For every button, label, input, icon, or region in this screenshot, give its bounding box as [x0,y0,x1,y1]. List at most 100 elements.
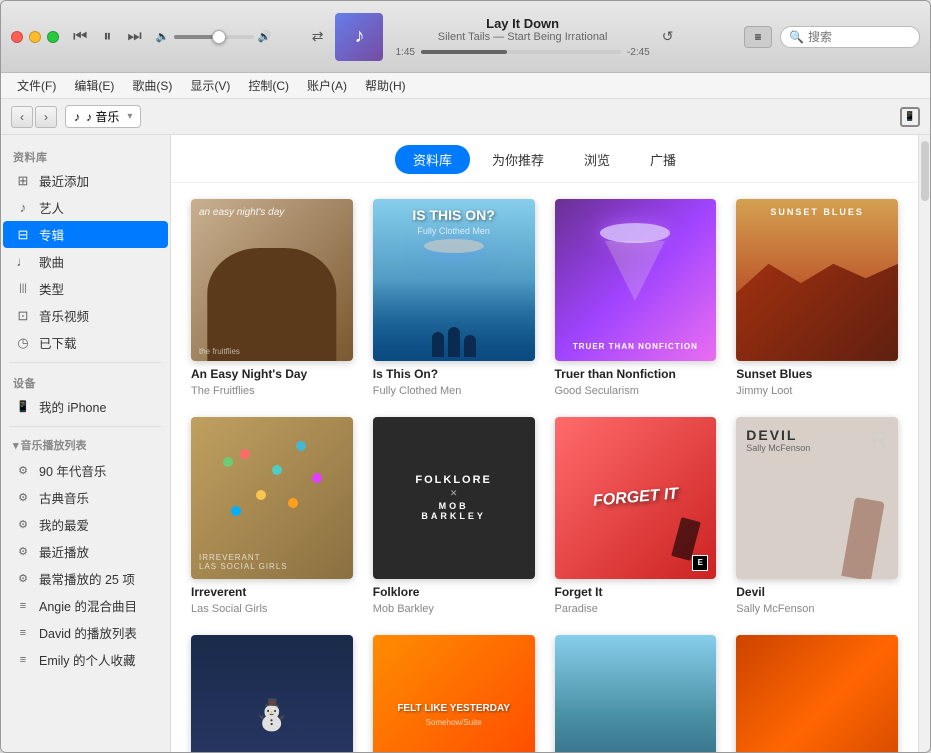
sidebar-label-david: David 的播放列表 [39,623,137,642]
scrollbar-thumb[interactable] [921,141,929,201]
album-devil[interactable]: DEVIL Sally McFenson R Devil Sally McFen… [736,417,898,615]
volume-thumb[interactable] [212,30,226,44]
search-icon: 🔍 [789,30,804,44]
downloaded-icon: ◷ [15,335,31,351]
pause-button[interactable]: ⏸ [99,26,115,48]
canyon-shape [736,264,898,361]
sidebar-item-artists[interactable]: ♪ 艺人 [3,194,168,221]
album-is-this-on[interactable]: IS THIS ON? Fully Clothed Men [373,199,535,397]
menu-account[interactable]: 账户(A) [299,75,355,96]
now-playing-section: ⇄ ♪ Lay It Down Silent Tails — Start Bei… [281,13,744,61]
sidebar-item-90s[interactable]: ⚙ 90 年代音乐 [3,457,168,484]
albums-row-1: an easy night's day the fruitflies An Ea… [191,199,898,397]
maximize-button[interactable] [47,31,59,43]
album-folklore[interactable]: FOLKLORE ✕ MOB BARKLEY Folklore Mob Bark… [373,417,535,615]
playlist-90s-icon: ⚙ [15,464,31,477]
forget-art-text: FORGET IT [592,485,679,510]
titlebar: ⏮ ⏸ ⏭ 🔈 🔊 ⇄ ♪ Lay It Down Silent Tails —… [1,1,930,73]
sidebar-label-downloaded: 已下载 [39,333,77,352]
road-art-div [736,635,898,753]
sidebar-item-recent[interactable]: ⊞ 最近添加 [3,167,168,194]
volume-track[interactable] [174,35,254,39]
sidebar-label-genres: 类型 [39,279,64,298]
menu-view[interactable]: 显示(V) [182,75,238,96]
list-view-button[interactable]: ≡ [744,26,772,48]
music-note-icon: ♪ [74,110,80,124]
dot-6 [288,498,298,508]
track-subtitle: Silent Tails — Start Being Irrational [395,31,649,43]
rewind-button[interactable]: ⏮ [69,26,91,48]
tab-library[interactable]: 资料库 [395,145,470,174]
close-button[interactable] [11,31,23,43]
album-cover-row3-2: FELT LIKE YESTERDAY Somehow/Suite [373,635,535,753]
sidebar-item-david[interactable]: ≡ David 的播放列表 [3,619,168,646]
sidebar-separator-2 [9,426,162,427]
playlist-classical-icon: ⚙ [15,491,31,504]
volume-slider[interactable]: 🔈 🔊 [156,30,271,43]
album-row3-1[interactable]: ⛄ [191,635,353,753]
light-beam [605,241,665,301]
dot-5 [223,457,233,467]
album-cover-forget-it: FORGET IT E [555,417,717,579]
menu-song[interactable]: 歌曲(S) [124,75,180,96]
album-artist-sunset-blues: Jimmy Loot [736,385,898,397]
album-truer[interactable]: TRUER THAN NONFICTION Truer than Nonfict… [555,199,717,397]
album-title-irreverant: Irreverent [191,585,353,599]
tab-recommended[interactable]: 为你推荐 [474,145,562,174]
minimize-button[interactable] [29,31,41,43]
category-select[interactable]: ♪ ♪ 音乐 ▾ [65,105,141,128]
sidebar-label-iphone: 我的 iPhone [39,397,106,416]
device-icon[interactable]: 📱 [900,107,920,127]
playlist-recent-icon: ⚙ [15,545,31,558]
album-row3-2[interactable]: FELT LIKE YESTERDAY Somehow/Suite [373,635,535,753]
menubar: 文件(F) 编辑(E) 歌曲(S) 显示(V) 控制(C) 账户(A) 帮助(H… [1,73,930,99]
playlist-angie-icon: ≡ [15,600,31,612]
progress-bar[interactable] [421,50,621,54]
sidebar-item-albums[interactable]: ⊟ 专辑 [3,221,168,248]
time-current: 1:45 [395,47,414,58]
album-cover-easy-night: an easy night's day the fruitflies [191,199,353,361]
track-title: Lay It Down [395,16,649,31]
back-button[interactable]: ‹ [11,106,33,128]
devil-subtitle-text: Sally McFenson [746,443,888,453]
tab-browse[interactable]: 浏览 [566,145,628,174]
menu-help[interactable]: 帮助(H) [357,75,414,96]
dot-3 [296,441,306,451]
album-cover-row3-4 [736,635,898,753]
forward-button-nav[interactable]: › [35,106,57,128]
album-cover-sunset-blues: SUNSET BLUES [736,199,898,361]
repeat-button[interactable]: ↺ [662,28,674,45]
playlists-section-title[interactable]: ▾ 音乐播放列表 [1,433,170,457]
scrollbar[interactable] [918,135,930,752]
devices-section-title: 设备 [1,369,170,393]
sidebar-item-iphone[interactable]: 📱 我的 iPhone [3,393,168,420]
sidebar-item-classical[interactable]: ⚙ 古典音乐 [3,484,168,511]
album-row3-4[interactable] [736,635,898,753]
sidebar-item-downloaded[interactable]: ◷ 已下载 [3,329,168,356]
album-title-truer: Truer than Nonfiction [555,367,717,381]
album-title-forget-it: Forget It [555,585,717,599]
sidebar-item-top25[interactable]: ⚙ 最常播放的 25 项 [3,565,168,592]
sidebar-item-videos[interactable]: ⊡ 音乐视频 [3,302,168,329]
menu-control[interactable]: 控制(C) [240,75,297,96]
sidebar-item-favorites[interactable]: ⚙ 我的最爱 [3,511,168,538]
menu-file[interactable]: 文件(F) [9,75,64,96]
sidebar-item-angie[interactable]: ≡ Angie 的混合曲目 [3,592,168,619]
album-easy-night[interactable]: an easy night's day the fruitflies An Ea… [191,199,353,397]
album-irreverant[interactable]: IRREVERANTLAS SOCIAL GIRLS Irreverent La… [191,417,353,615]
menu-edit[interactable]: 编辑(E) [66,75,122,96]
album-forget-it[interactable]: FORGET IT E Forget It Paradise [555,417,717,615]
window-controls [11,31,59,43]
album-row3-3[interactable] [555,635,717,753]
sidebar-item-recent-played[interactable]: ⚙ 最近播放 [3,538,168,565]
tab-radio[interactable]: 广播 [632,145,694,174]
dot-8 [231,506,241,516]
sidebar-item-songs[interactable]: ♩ 歌曲 [3,248,168,275]
sidebar-item-genres[interactable]: ||| 类型 [3,275,168,302]
sidebar-item-emily[interactable]: ≡ Emily 的个人收藏 [3,646,168,673]
dot-4 [256,490,266,500]
search-input[interactable] [808,30,908,44]
album-sunset-blues[interactable]: SUNSET BLUES Sunset Blues Jimmy Loot [736,199,898,397]
shuffle-button[interactable]: ⇄ [312,28,324,45]
forward-button[interactable]: ⏭ [123,26,145,48]
